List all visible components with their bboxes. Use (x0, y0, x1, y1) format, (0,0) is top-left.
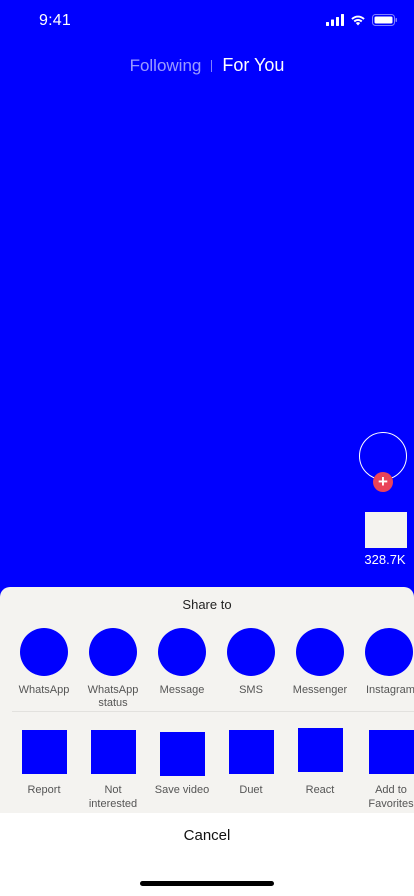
follow-plus-icon[interactable]: + (373, 472, 393, 492)
instagram-icon (365, 628, 413, 676)
action-add-to-favorites[interactable]: Add to Favorites (354, 730, 414, 811)
like-count: 328.7K (364, 552, 406, 567)
creator-avatar-wrapper: + (359, 432, 407, 492)
like-icon[interactable] (365, 512, 407, 548)
share-target-label: SMS (239, 684, 263, 696)
action-label: Save video (154, 784, 210, 796)
share-target-label: WhatsApp status (87, 684, 139, 709)
status-icons (326, 14, 398, 26)
share-target-message[interactable]: Message (147, 628, 217, 697)
action-duet[interactable]: Duet (216, 730, 286, 797)
tab-for-you[interactable]: For You (212, 55, 294, 76)
action-label: Add to Favorites (354, 783, 414, 811)
tab-following[interactable]: Following (120, 56, 212, 76)
cellular-signal-icon (326, 14, 344, 26)
battery-icon (372, 14, 397, 26)
cancel-button[interactable]: Cancel (0, 813, 414, 859)
action-label: Duet (239, 784, 263, 796)
share-target-whatsapp-status[interactable]: WhatsApp status (78, 628, 148, 710)
share-target-label: Messenger (292, 684, 348, 696)
message-icon (158, 628, 206, 676)
share-target-sms[interactable]: SMS (216, 628, 286, 697)
share-target-messenger[interactable]: Messenger (285, 628, 355, 697)
react-icon (297, 728, 343, 772)
home-indicator (140, 881, 274, 886)
action-label: Not interested (88, 784, 138, 810)
whatsapp-status-icon (89, 628, 137, 676)
row-divider (12, 711, 414, 712)
action-label-text: Add to Favorites (368, 784, 414, 810)
share-sheet-title: Share to (182, 597, 232, 612)
feed-tabs: Following For You (0, 55, 414, 76)
video-feed-screen: 9:41 Following For You + 328.7K Share to… (0, 0, 414, 896)
action-label: React (305, 784, 335, 796)
action-save-video[interactable]: Save video (147, 730, 217, 797)
duet-icon (228, 730, 274, 774)
share-target-whatsapp[interactable]: WhatsApp (9, 628, 79, 697)
cancel-area: Cancel (0, 813, 414, 896)
report-icon (21, 730, 67, 774)
action-report[interactable]: Report (9, 730, 79, 797)
favorites-icon (369, 730, 414, 774)
save-video-icon (159, 732, 205, 776)
share-target-label: Message (159, 684, 205, 696)
share-target-label: WhatsApp (18, 684, 70, 696)
action-not-interested[interactable]: Not interested (78, 730, 148, 811)
whatsapp-icon (20, 628, 68, 676)
share-target-instagram[interactable]: Instagram (354, 628, 414, 697)
action-label: Report (27, 784, 61, 796)
status-time: 9:41 (39, 12, 71, 29)
share-target-label: Instagram (366, 684, 414, 696)
sms-icon (227, 628, 275, 676)
not-interested-icon (90, 730, 136, 774)
wifi-icon (351, 15, 365, 26)
status-bar: 9:41 (0, 0, 414, 44)
share-sheet: Share to WhatsApp WhatsApp status Messag… (0, 587, 414, 896)
messenger-icon (296, 628, 344, 676)
action-react[interactable]: React (285, 728, 355, 797)
